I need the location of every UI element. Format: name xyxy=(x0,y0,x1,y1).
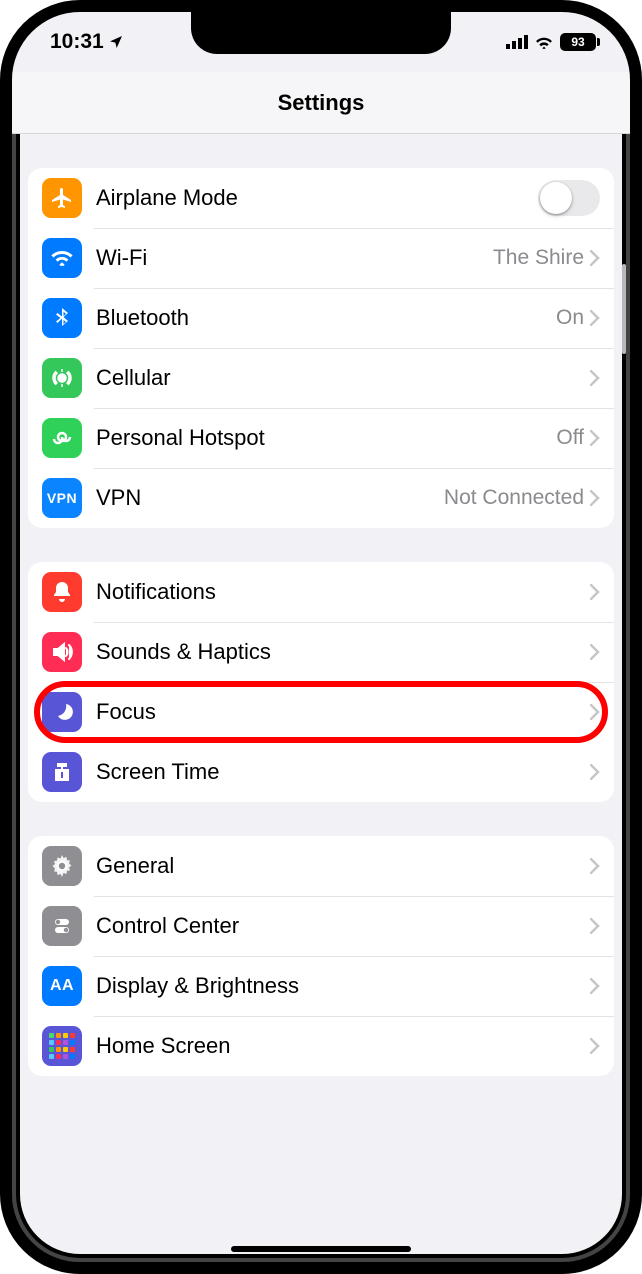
wifi-settings-icon xyxy=(42,238,82,278)
chevron-right-icon xyxy=(590,490,600,506)
cellular-settings-icon xyxy=(42,358,82,398)
row-label: Screen Time xyxy=(96,759,590,785)
control-center-icon xyxy=(42,906,82,946)
bluetooth-icon xyxy=(42,298,82,338)
row-detail: On xyxy=(556,306,584,330)
chevron-right-icon xyxy=(590,764,600,780)
wifi-icon xyxy=(534,35,554,49)
row-general[interactable]: General xyxy=(28,836,614,896)
row-display-brightness[interactable]: AA Display & Brightness xyxy=(28,956,614,1016)
battery-indicator: 93 xyxy=(560,33,600,51)
row-detail: The Shire xyxy=(493,246,584,270)
airplane-toggle[interactable] xyxy=(538,180,600,216)
row-notifications[interactable]: Notifications xyxy=(28,562,614,622)
row-label: Notifications xyxy=(96,579,590,605)
location-icon xyxy=(108,34,124,50)
row-label: Display & Brightness xyxy=(96,973,590,999)
chevron-right-icon xyxy=(590,584,600,600)
settings-group-connectivity: Airplane Mode Wi-Fi The Shire Bluetooth … xyxy=(28,168,614,528)
iphone-frame: 10:31 93 Settings Airplane Mode xyxy=(0,0,642,1274)
chevron-right-icon xyxy=(590,310,600,326)
row-focus[interactable]: Focus xyxy=(28,682,614,742)
settings-list[interactable]: Airplane Mode Wi-Fi The Shire Bluetooth … xyxy=(12,134,630,1262)
sounds-icon xyxy=(42,632,82,672)
row-cellular[interactable]: Cellular xyxy=(28,348,614,408)
row-label: Wi-Fi xyxy=(96,245,493,271)
row-screen-time[interactable]: Screen Time xyxy=(28,742,614,802)
chevron-right-icon xyxy=(590,918,600,934)
home-indicator[interactable] xyxy=(231,1246,411,1252)
row-bluetooth[interactable]: Bluetooth On xyxy=(28,288,614,348)
airplane-icon xyxy=(42,178,82,218)
row-label: Cellular xyxy=(96,365,590,391)
row-label: Personal Hotspot xyxy=(96,425,556,451)
battery-level: 93 xyxy=(571,35,584,49)
chevron-right-icon xyxy=(590,644,600,660)
focus-icon xyxy=(42,692,82,732)
display-icon: AA xyxy=(42,966,82,1006)
nav-header: Settings xyxy=(12,72,630,134)
row-vpn[interactable]: VPN VPN Not Connected xyxy=(28,468,614,528)
chevron-right-icon xyxy=(590,250,600,266)
screentime-icon xyxy=(42,752,82,792)
row-label: General xyxy=(96,853,590,879)
chevron-right-icon xyxy=(590,978,600,994)
page-title: Settings xyxy=(278,90,365,116)
home-screen-icon xyxy=(42,1026,82,1066)
row-label: Airplane Mode xyxy=(96,185,538,211)
row-personal-hotspot[interactable]: Personal Hotspot Off xyxy=(28,408,614,468)
chevron-right-icon xyxy=(590,858,600,874)
chevron-right-icon xyxy=(590,1038,600,1054)
general-icon xyxy=(42,846,82,886)
cellular-icon xyxy=(506,35,528,49)
row-label: Control Center xyxy=(96,913,590,939)
row-label: Bluetooth xyxy=(96,305,556,331)
notch xyxy=(191,12,451,54)
row-label: Sounds & Haptics xyxy=(96,639,590,665)
vpn-icon: VPN xyxy=(42,478,82,518)
row-control-center[interactable]: Control Center xyxy=(28,896,614,956)
chevron-right-icon xyxy=(590,370,600,386)
row-detail: Not Connected xyxy=(444,486,584,510)
row-wifi[interactable]: Wi-Fi The Shire xyxy=(28,228,614,288)
status-time: 10:31 xyxy=(50,30,104,54)
scroll-indicator xyxy=(622,264,626,354)
settings-group-general: General Control Center AA Display & Brig… xyxy=(28,836,614,1076)
notifications-icon xyxy=(42,572,82,612)
row-detail: Off xyxy=(556,426,584,450)
row-label: Home Screen xyxy=(96,1033,590,1059)
row-label: VPN xyxy=(96,485,444,511)
chevron-right-icon xyxy=(590,430,600,446)
row-home-screen[interactable]: Home Screen xyxy=(28,1016,614,1076)
row-airplane-mode[interactable]: Airplane Mode xyxy=(28,168,614,228)
row-sounds-haptics[interactable]: Sounds & Haptics xyxy=(28,622,614,682)
row-label: Focus xyxy=(96,699,590,725)
hotspot-icon xyxy=(42,418,82,458)
chevron-right-icon xyxy=(590,704,600,720)
settings-group-alerts: Notifications Sounds & Haptics Focus xyxy=(28,562,614,802)
